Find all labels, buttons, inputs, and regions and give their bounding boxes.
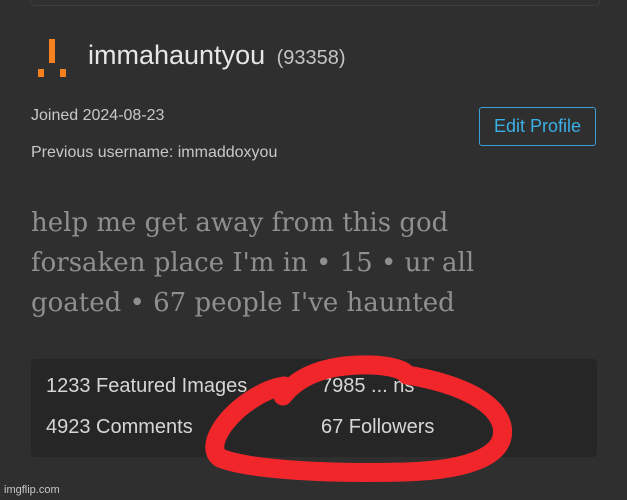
featured-images-stat[interactable]: 1233 Featured Images xyxy=(46,375,247,398)
previous-card-edge xyxy=(30,0,600,6)
edit-profile-button[interactable]: Edit Profile xyxy=(479,107,596,146)
comments-stat[interactable]: 4923 Comments xyxy=(46,416,193,439)
points-stat[interactable]: 7985 ... ns xyxy=(321,375,414,398)
username-text: immahauntyou xyxy=(88,40,266,70)
bio-line: help me get away from this god xyxy=(31,208,449,238)
imgflip-watermark: imgflip.com xyxy=(4,484,60,496)
joined-date: Joined 2024-08-23 xyxy=(31,107,165,124)
bio-line: forsaken place I'm in • 15 • ur all xyxy=(31,248,475,278)
stats-panel: 1233 Featured Images 7985 ... ns 4923 Co… xyxy=(31,359,597,457)
profile-username: immahauntyou (93358) xyxy=(88,40,346,71)
previous-username: Previous username: immaddoxyou xyxy=(31,144,278,161)
bio-line: goated • 67 people I've haunted xyxy=(31,288,455,318)
imgflip-logo-icon xyxy=(38,39,66,77)
profile-bio: help me get away from this god forsaken … xyxy=(31,203,591,323)
user-id: (93358) xyxy=(276,47,346,69)
followers-stat[interactable]: 67 Followers xyxy=(321,416,434,439)
